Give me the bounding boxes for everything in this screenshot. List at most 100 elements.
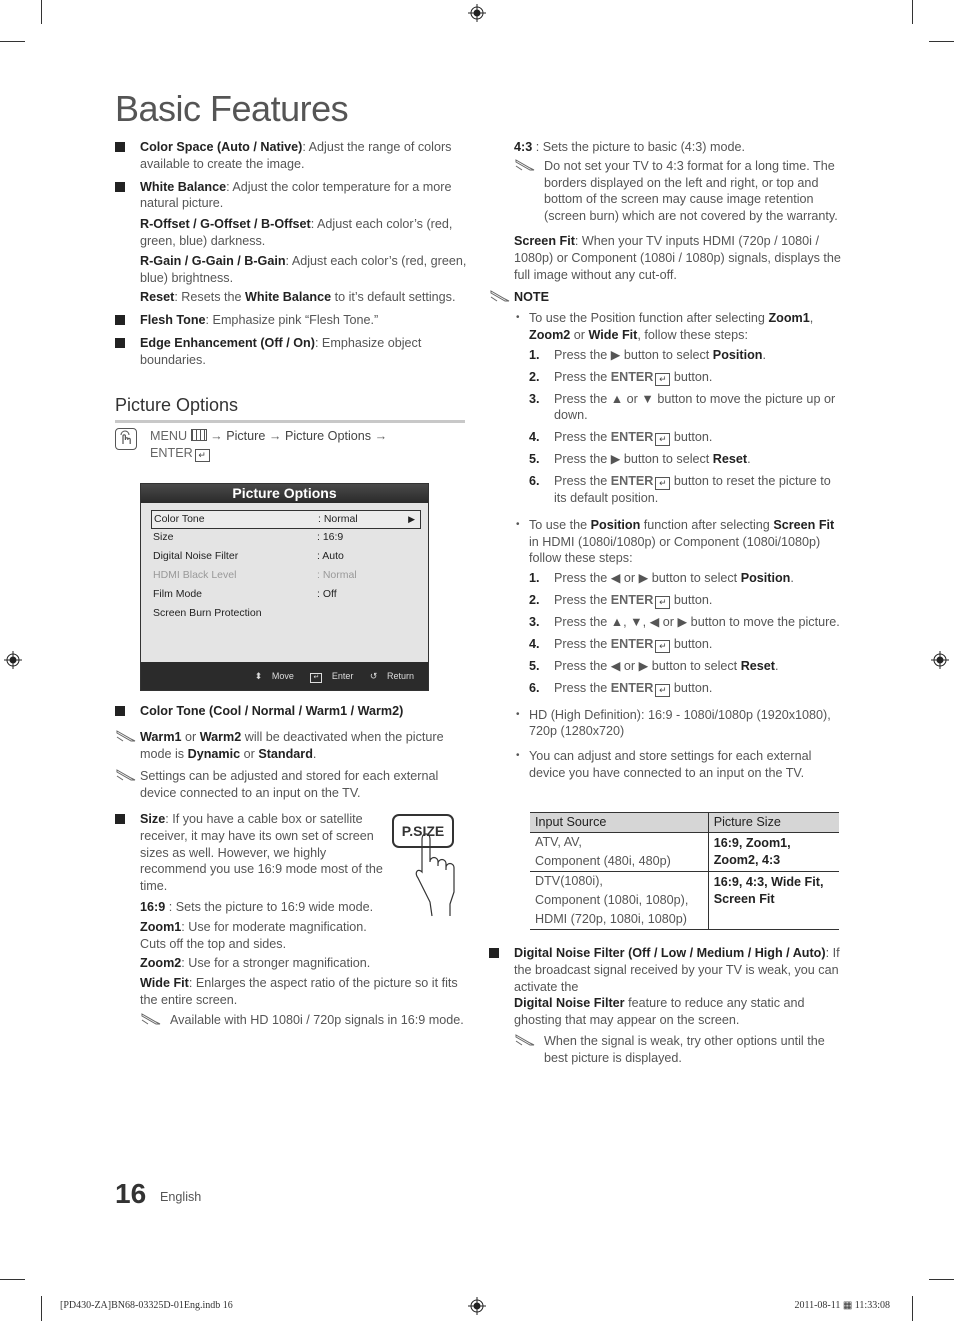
table-row: ATV, AV, Component (480i, 480p) 16:9, Zoom… xyxy=(530,832,839,872)
cell-line: Component (480i, 480p) xyxy=(535,854,671,868)
step-text: . xyxy=(790,571,794,586)
note-text: or xyxy=(240,746,259,761)
osd-row-label: HDMI Black Level xyxy=(153,569,237,581)
bold: Zoom1 xyxy=(768,311,810,326)
step-text: Press the xyxy=(554,636,611,651)
size-mode-wide-fit: Wide Fit: Enlarges the aspect ratio of t… xyxy=(115,975,470,1009)
item-title: White Balance xyxy=(140,179,227,194)
osd-row-color-tone[interactable]: Color Tone: Normal ▶ xyxy=(151,510,421,529)
move-label: Move xyxy=(271,671,294,681)
step-text: button. xyxy=(670,369,713,384)
registration-mark-icon xyxy=(468,4,486,22)
arrow: → xyxy=(371,429,388,443)
item-title: Digital Noise Filter (Off / Low / Medium… xyxy=(514,946,826,960)
osd-row-label: Digital Noise Filter xyxy=(153,550,239,562)
step-text: Press the ▲ or ▼ button to move the pict… xyxy=(554,391,836,423)
item-title: Flesh Tone xyxy=(140,313,206,328)
right-column: 4:3 : Sets the picture to basic (4:3) mo… xyxy=(490,139,844,790)
enter-icon: ↵ xyxy=(655,476,671,490)
step-bold: Position xyxy=(712,347,763,362)
osd-title: Picture Options xyxy=(141,484,428,503)
step-text: button. xyxy=(670,636,713,651)
color-tone-item: Color Tone (Cool / Normal / Warm1 / Warm… xyxy=(115,703,470,720)
edge-enhancement-item: Edge Enhancement (Off / On): Emphasize o… xyxy=(115,335,470,369)
osd-row-hdmi-black-level: HDMI Black Level: Normal xyxy=(151,567,419,584)
bold: Zoom2 xyxy=(529,327,571,342)
crop-mark xyxy=(912,1296,913,1321)
text: , xyxy=(809,311,814,326)
enter-icon: ↵ xyxy=(194,449,210,462)
white-balance-item: White Balance: Adjust the color temperat… xyxy=(115,179,470,213)
step-text: Press the ▶ button to select xyxy=(554,452,713,467)
steps-list-2: 1. Press the ◀ or ▶ button to select Posi… xyxy=(514,570,844,697)
bold: Wide Fit xyxy=(588,327,638,342)
note-text: Available with HD 1080i / 720p signals i… xyxy=(170,1012,464,1027)
arrow: → xyxy=(265,429,285,443)
bullet-square-icon xyxy=(115,315,125,326)
osd-row-film-mode[interactable]: Film Mode: Off xyxy=(151,586,419,603)
bold: Screen Fit xyxy=(773,517,835,532)
step-item: 6. Press the ENTER ↵ button to reset the p… xyxy=(514,473,844,507)
osd-row-label: Size xyxy=(153,531,174,543)
size-mode-zoom1: Zoom1: Use for moderate magnification. C… xyxy=(115,919,380,953)
note-text: . xyxy=(312,746,317,761)
item-title: Edge Enhancement (Off / On) xyxy=(140,335,315,350)
table-row: DTV(1080i), Component (1080i, 1080p), HDMI… xyxy=(530,871,839,930)
mode-title: Zoom2 xyxy=(140,956,182,971)
step-item: 1. Press the ◀ or ▶ button to select Posi… xyxy=(514,570,844,587)
enter-label: ENTER xyxy=(610,636,654,651)
step-item: 1. Press the ▶ button to select Position. xyxy=(514,347,844,364)
step-item: 4. Press the ENTER ↵ button. xyxy=(514,636,844,653)
step-text: . xyxy=(775,658,779,673)
hand-touch-icon xyxy=(115,428,137,450)
cell-line: ATV, AV, xyxy=(535,835,582,849)
step-number: 3. xyxy=(529,614,540,629)
print-footer-file: [PD430-ZA]BN68-03325D-01Eng.indb 16 xyxy=(60,1300,233,1311)
step-text: button. xyxy=(670,592,713,607)
step-text: Press the xyxy=(554,680,611,695)
mode-text: : Use for a stronger magnification. xyxy=(181,956,371,971)
step-item: 4. Press the ENTER ↵ button. xyxy=(514,429,844,447)
menu-label: MENU xyxy=(150,429,188,443)
move-icon: ⬍ xyxy=(254,671,263,681)
osd-row-digital-noise-filter[interactable]: Digital Noise Filter: Auto xyxy=(151,548,419,565)
enter-hint: ↵ Enter xyxy=(310,671,360,683)
return-icon: ↺ xyxy=(369,671,378,681)
step-text: button. xyxy=(670,430,713,445)
mode-title: Zoom1 xyxy=(140,919,182,934)
bullet-square-icon xyxy=(115,181,125,192)
enter-label: ENTER xyxy=(610,369,654,384)
note-pencil-icon xyxy=(116,729,136,742)
bullet-square-icon xyxy=(115,337,125,348)
cell-line: HDMI (720p, 1080i, 1080p) xyxy=(535,912,687,926)
enter-label: ENTER xyxy=(610,430,654,445)
note-title: NOTE xyxy=(514,290,549,305)
crop-mark xyxy=(912,0,913,24)
mode-text: : Sets the picture to basic (4:3) mode. xyxy=(532,140,745,154)
step-text: . xyxy=(747,452,751,467)
bullet-dot-icon: • xyxy=(516,518,520,530)
enter-icon: ↵ xyxy=(655,595,671,609)
return-hint: ↺ Return xyxy=(370,671,421,681)
osd-row-screen-burn-protection[interactable]: Screen Burn Protection xyxy=(151,605,419,622)
arrow-right-icon: ▶ xyxy=(408,514,415,524)
page-number: 16 xyxy=(115,1178,147,1209)
sub-title: Reset xyxy=(140,290,175,305)
osd-row-size[interactable]: Size: 16:9 xyxy=(151,529,419,546)
note-dnf: When the signal is weak, try other optio… xyxy=(514,1033,844,1067)
input-source-cell: ATV, AV, Component (480i, 480p) xyxy=(530,832,709,872)
bullet-position-zoom: • To use the Position function after sele… xyxy=(514,310,844,344)
bullet-square-icon xyxy=(115,706,125,716)
step-bold: Position xyxy=(740,571,791,586)
print-footer-timestamp: 2011-08-11 ▦ 11:33:08 xyxy=(794,1300,890,1311)
bullet-square-icon xyxy=(489,948,499,958)
enter-icon: ↵ xyxy=(310,673,323,683)
text: To use the xyxy=(529,517,591,532)
cell-line: 16:9, Zoom1, xyxy=(713,836,791,850)
sub-text: : Resets the xyxy=(174,290,246,305)
step-item: 3. Press the ▲, ▼, ◀ or ▶ button to move … xyxy=(514,614,844,631)
note-warm: Warm1 or Warm2 will be deactivated when … xyxy=(115,729,470,763)
step-item: 5. Press the ▶ button to select Reset. xyxy=(514,451,844,468)
note-pencil-icon xyxy=(515,1034,535,1046)
column-header: Input Source xyxy=(530,812,709,833)
